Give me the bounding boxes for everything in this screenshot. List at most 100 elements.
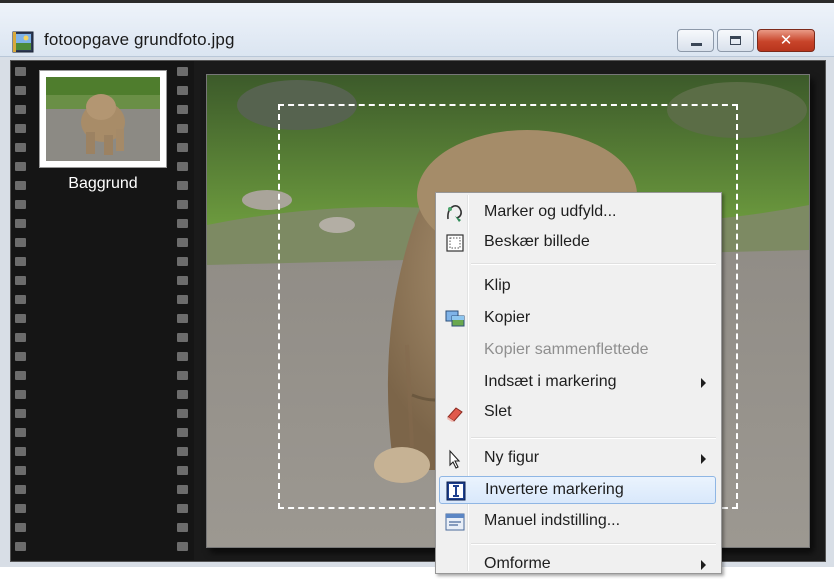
title-bar[interactable]: fotoopgave grundfoto.jpg ✕ — [0, 3, 834, 57]
film-perforation — [177, 181, 188, 190]
submenu-arrow-icon — [701, 454, 706, 464]
menu-item-label: Indsæt i markering — [484, 373, 617, 390]
film-perforation — [177, 124, 188, 133]
film-perforation — [15, 181, 26, 190]
film-perforation — [177, 86, 188, 95]
lion-cub-thumbnail — [46, 77, 160, 161]
film-perforation — [15, 504, 26, 513]
menu-item-copy[interactable]: Kopier — [439, 305, 716, 333]
film-perforation — [177, 238, 188, 247]
film-perforation — [177, 542, 188, 551]
film-perforation — [15, 314, 26, 323]
film-perforation — [177, 219, 188, 228]
menu-item-label: Manuel indstilling... — [484, 512, 621, 529]
menu-separator — [471, 263, 716, 265]
film-perforation — [15, 409, 26, 418]
film-perforation — [15, 523, 26, 532]
minimize-icon — [691, 43, 702, 46]
menu-separator — [471, 437, 716, 439]
copy-image-icon — [445, 309, 465, 329]
menu-item-mark-and-fill[interactable]: Marker og udfyld... — [439, 199, 716, 227]
pointer-icon — [445, 449, 465, 469]
menu-item-copy-merged[interactable]: Kopier sammenflettede — [439, 337, 716, 365]
eraser-icon — [445, 403, 465, 423]
film-perforation — [15, 219, 26, 228]
window-title: fotoopgave grundfoto.jpg — [44, 30, 235, 49]
filmstrip-perforation-right — [176, 61, 190, 560]
film-perforation — [15, 257, 26, 266]
film-perforation — [177, 162, 188, 171]
menu-item-paste-into-selection[interactable]: Indsæt i markering — [439, 369, 716, 397]
film-perforation — [177, 485, 188, 494]
menu-item-delete[interactable]: Slet — [439, 399, 716, 427]
film-perforation — [177, 105, 188, 114]
menu-item-label: Kopier — [484, 309, 531, 326]
film-perforation — [15, 105, 26, 114]
film-perforation — [177, 523, 188, 532]
film-perforation — [15, 466, 26, 475]
film-perforation — [15, 276, 26, 285]
film-perforation — [15, 428, 26, 437]
layer-name: Baggrund — [68, 175, 138, 192]
film-perforation — [15, 67, 26, 76]
film-perforation — [15, 238, 26, 247]
manual-settings-icon — [445, 512, 465, 532]
film-perforation — [15, 485, 26, 494]
menu-item-new-shape[interactable]: Ny figur — [439, 445, 716, 473]
film-perforation — [15, 542, 26, 551]
film-perforation — [177, 371, 188, 380]
film-perforation — [15, 86, 26, 95]
menu-separator — [471, 543, 716, 545]
menu-item-crop-image[interactable]: Beskær billede — [439, 229, 716, 257]
menu-item-cut[interactable]: Klip — [439, 273, 716, 301]
film-perforation — [177, 257, 188, 266]
maximize-icon — [730, 36, 741, 45]
menu-item-label: Slet — [484, 403, 512, 420]
image-window: fotoopgave grundfoto.jpg ✕ Baggrund Mark… — [0, 0, 834, 574]
close-button[interactable]: ✕ — [757, 29, 815, 52]
film-perforation — [15, 333, 26, 342]
maximize-button[interactable] — [717, 29, 754, 52]
menu-item-transform[interactable]: Omforme — [439, 551, 716, 579]
menu-item-manual-setting[interactable]: Manuel indstilling... — [439, 508, 716, 536]
film-perforation — [177, 466, 188, 475]
context-menu: Marker og udfyld... Beskær billede Klip … — [435, 192, 722, 574]
submenu-arrow-icon — [701, 560, 706, 570]
crop-icon — [445, 233, 465, 253]
film-perforation — [15, 352, 26, 361]
film-perforation — [177, 333, 188, 342]
film-perforation — [15, 143, 26, 152]
menu-item-label: Beskær billede — [484, 233, 590, 250]
layers-filmstrip[interactable]: Baggrund — [11, 61, 194, 560]
submenu-arrow-icon — [701, 378, 706, 388]
film-perforation — [15, 371, 26, 380]
film-perforation — [177, 143, 188, 152]
film-perforation — [15, 162, 26, 171]
film-perforation — [177, 67, 188, 76]
film-perforation — [177, 447, 188, 456]
film-perforation — [15, 124, 26, 133]
film-perforation — [15, 447, 26, 456]
minimize-button[interactable] — [677, 29, 714, 52]
menu-item-label: Klip — [484, 277, 511, 294]
film-perforation — [177, 390, 188, 399]
film-perforation — [15, 200, 26, 209]
film-perforation — [177, 200, 188, 209]
film-perforation — [177, 409, 188, 418]
film-perforation — [15, 295, 26, 304]
film-perforation — [15, 390, 26, 399]
film-perforation — [177, 504, 188, 513]
invert-selection-icon — [446, 481, 466, 501]
menu-item-label: Omforme — [484, 555, 551, 572]
filmstrip-perforation-left — [14, 61, 28, 560]
film-perforation — [177, 295, 188, 304]
close-icon: ✕ — [779, 31, 793, 49]
menu-item-label: Invertere markering — [485, 481, 624, 498]
film-perforation — [177, 428, 188, 437]
film-perforation — [177, 276, 188, 285]
menu-item-invert-selection[interactable]: Invertere markering — [439, 476, 716, 504]
film-perforation — [177, 314, 188, 323]
menu-item-label: Kopier sammenflettede — [484, 341, 649, 358]
lasso-fill-icon — [445, 203, 465, 223]
layer-thumbnail[interactable] — [40, 71, 166, 167]
